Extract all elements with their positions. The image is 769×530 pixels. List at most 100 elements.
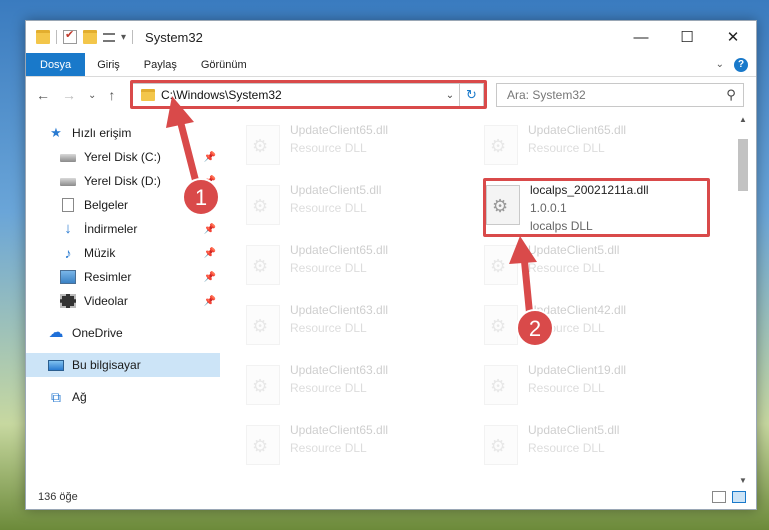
file-description: Resource DLL: [528, 441, 605, 455]
minimize-button[interactable]: —: [618, 21, 664, 53]
tab-file[interactable]: Dosya: [26, 53, 86, 76]
sidebar-item-label: İndirmeler: [84, 222, 138, 236]
sidebar-item-music[interactable]: ♪ Müzik 📌: [26, 241, 220, 265]
properties-icon[interactable]: [63, 28, 77, 44]
details-view-icon[interactable]: [712, 491, 726, 503]
recent-locations-button[interactable]: ⌄: [88, 90, 96, 101]
scroll-down-icon[interactable]: ▼: [736, 476, 750, 485]
vertical-scrollbar[interactable]: ▲ ▼: [736, 113, 750, 487]
status-bar: 136 öğe: [26, 485, 756, 509]
sidebar-item-disk-c[interactable]: Yerel Disk (C:) 📌: [26, 145, 220, 169]
help-icon[interactable]: ?: [734, 57, 748, 72]
file-tile[interactable]: UpdateClient63.dll Resource DLL: [246, 301, 476, 357]
sidebar-item-label: Resimler: [84, 270, 132, 284]
item-count: 136 öğe: [38, 491, 78, 503]
dll-file-icon: [484, 125, 518, 165]
sidebar-item-label: Bu bilgisayar: [72, 358, 141, 372]
dll-file-icon: [246, 305, 280, 345]
file-description: Resource DLL: [290, 261, 367, 275]
search-icon[interactable]: ⚲: [719, 87, 743, 103]
sidebar-item-label: Ağ: [72, 390, 87, 404]
window-title: System32: [145, 29, 203, 45]
sidebar-item-videos[interactable]: Videolar 📌: [26, 289, 220, 313]
expand-ribbon-icon[interactable]: ⌄: [716, 59, 724, 70]
tiles-view-icon[interactable]: [732, 491, 746, 503]
file-description: Resource DLL: [528, 321, 605, 335]
file-tile[interactable]: UpdateClient65.dll Resource DLL: [484, 121, 714, 177]
customize-toolbar-icon[interactable]: ▾: [121, 32, 126, 43]
tab-home[interactable]: Giriş: [85, 53, 132, 76]
sidebar-item-pictures[interactable]: Resimler 📌: [26, 265, 220, 289]
sidebar-item-this-pc[interactable]: Bu bilgisayar: [26, 353, 220, 377]
sidebar-item-label: Müzik: [84, 246, 116, 260]
file-name: UpdateClient5.dll: [528, 423, 620, 437]
file-tile[interactable]: UpdateClient42.dll Resource DLL: [484, 301, 714, 357]
pin-icon: 📌: [203, 151, 216, 163]
sidebar-item-documents[interactable]: Belgeler 📌: [26, 193, 220, 217]
disk-icon: [60, 178, 76, 186]
sidebar-item-disk-d[interactable]: Yerel Disk (D:) 📌: [26, 169, 220, 193]
sidebar-item-label: Videolar: [84, 294, 128, 308]
sidebar-item-downloads[interactable]: ↓ İndirmeler 📌: [26, 217, 220, 241]
pictures-icon: [60, 270, 76, 284]
sidebar-item-quick-access[interactable]: ★ Hızlı erişim: [26, 121, 220, 145]
dll-file-icon: [484, 305, 518, 345]
pin-icon: 📌: [203, 247, 216, 259]
file-tile[interactable]: UpdateClient19.dll Resource DLL: [484, 361, 714, 417]
file-description: Resource DLL: [290, 441, 367, 455]
sidebar-item-network[interactable]: ⧉ Ağ: [26, 385, 220, 409]
file-description: Resource DLL: [528, 141, 605, 155]
dll-file-icon: [246, 185, 280, 225]
file-tile[interactable]: UpdateClient5.dll Resource DLL: [246, 181, 476, 237]
search-input[interactable]: Ara: System32: [507, 88, 586, 102]
file-highlight: [483, 178, 710, 237]
dll-file-icon: [246, 425, 280, 465]
file-name: UpdateClient65.dll: [290, 123, 389, 137]
sidebar-item-label: OneDrive: [72, 326, 123, 340]
sidebar-item-label: Yerel Disk (D:): [84, 174, 161, 188]
video-icon: [60, 294, 76, 308]
pin-icon: 📌: [203, 271, 216, 283]
forward-button[interactable]: →: [62, 87, 76, 103]
pin-icon: 📌: [203, 199, 216, 211]
ribbon-tabs: Dosya Giriş Paylaş Görünüm ⌄ ?: [26, 53, 756, 77]
file-tile[interactable]: UpdateClient63.dll Resource DLL: [246, 361, 476, 417]
file-tile[interactable]: UpdateClient5.dll Resource DLL: [484, 241, 714, 297]
tab-view[interactable]: Görünüm: [189, 53, 259, 76]
sidebar-item-label: Yerel Disk (C:): [84, 150, 161, 164]
dll-file-icon: [246, 245, 280, 285]
file-description: Resource DLL: [290, 381, 367, 395]
network-icon: ⧉: [51, 389, 61, 405]
dll-file-icon: [246, 125, 280, 165]
sidebar-item-onedrive[interactable]: ☁ OneDrive: [26, 321, 220, 345]
file-name: UpdateClient63.dll: [290, 363, 389, 377]
window-controls: — ☐ ✕: [618, 21, 756, 53]
file-name: UpdateClient5.dll: [290, 183, 382, 197]
divider: [56, 30, 57, 44]
new-folder-icon[interactable]: [83, 30, 97, 44]
file-tile[interactable]: UpdateClient65.dll Resource DLL: [246, 121, 476, 177]
folder-icon: [36, 30, 50, 44]
pin-icon: 📌: [203, 295, 216, 307]
file-name: UpdateClient63.dll: [290, 303, 389, 317]
file-description: Resource DLL: [528, 261, 605, 275]
file-description: Resource DLL: [290, 321, 367, 335]
up-button[interactable]: ↑: [108, 87, 115, 103]
details-list-icon[interactable]: [103, 32, 115, 42]
file-tile[interactable]: UpdateClient5.dll Resource DLL: [484, 421, 714, 477]
scroll-thumb[interactable]: [738, 139, 748, 191]
scroll-up-icon[interactable]: ▲: [736, 115, 750, 124]
back-button[interactable]: ←: [36, 87, 50, 103]
maximize-button[interactable]: ☐: [664, 21, 710, 53]
dll-file-icon: [246, 365, 280, 405]
search-box[interactable]: Ara: System32 ⚲: [496, 83, 744, 107]
sidebar-item-label: Hızlı erişim: [72, 126, 132, 140]
file-tile[interactable]: UpdateClient65.dll Resource DLL: [246, 421, 476, 477]
file-name: UpdateClient65.dll: [528, 123, 627, 137]
close-button[interactable]: ✕: [710, 21, 756, 53]
star-icon: ★: [50, 125, 62, 140]
document-icon: [62, 198, 74, 212]
pin-icon: 📌: [203, 175, 216, 187]
tab-share[interactable]: Paylaş: [132, 53, 189, 76]
file-tile[interactable]: UpdateClient65.dll Resource DLL: [246, 241, 476, 297]
